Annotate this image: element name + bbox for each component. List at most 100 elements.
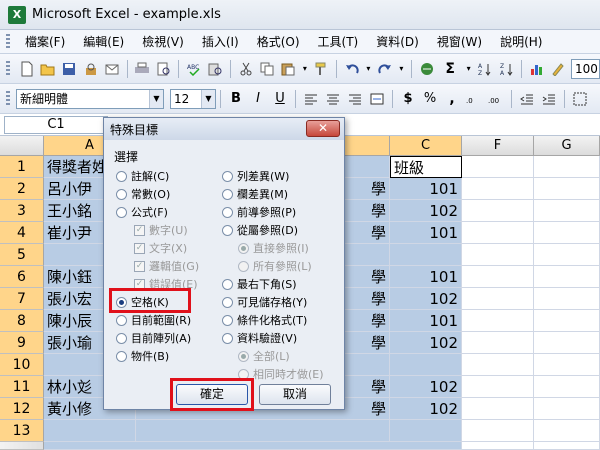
active-cell[interactable]: 班級 xyxy=(390,156,462,178)
radio-button[interactable] xyxy=(222,206,233,218)
autosum-icon[interactable]: Σ xyxy=(440,60,461,78)
row-header[interactable]: 9 xyxy=(0,332,44,354)
row-header[interactable]: 3 xyxy=(0,200,44,222)
row-header[interactable]: 6 xyxy=(0,266,44,288)
toolbar-grip[interactable] xyxy=(6,60,10,77)
column-header-c[interactable]: C xyxy=(390,136,462,156)
paste-dropdown-icon[interactable]: ▾ xyxy=(301,60,309,78)
row-header[interactable]: 1 xyxy=(0,156,44,178)
option-data-validation[interactable]: 資料驗證(V) xyxy=(222,330,297,346)
option-constants[interactable]: 常數(O) xyxy=(116,186,170,202)
italic-icon[interactable]: I xyxy=(249,90,267,108)
print-preview-icon[interactable] xyxy=(155,60,172,78)
sort-descending-icon[interactable]: ZA xyxy=(498,60,515,78)
option-direct-only[interactable]: 直接參照(I) xyxy=(238,240,309,256)
toolbar-grip[interactable] xyxy=(6,90,10,107)
row-header[interactable]: 11 xyxy=(0,376,44,398)
radio-button[interactable] xyxy=(116,170,127,182)
undo-dropdown-icon[interactable]: ▾ xyxy=(364,60,372,78)
table-cell[interactable]: 102 xyxy=(390,288,462,310)
option-all-levels[interactable]: 所有參照(L) xyxy=(238,258,312,274)
radio-button[interactable] xyxy=(238,260,249,272)
option-current-array[interactable]: 目前陣列(A) xyxy=(116,330,191,346)
row-header[interactable]: 8 xyxy=(0,310,44,332)
table-cell[interactable] xyxy=(390,354,462,376)
row-header[interactable]: 13 xyxy=(0,420,44,442)
table-cell[interactable] xyxy=(390,420,462,442)
name-box[interactable]: C1 xyxy=(4,115,108,134)
option-formulas[interactable]: 公式(F) xyxy=(116,204,168,220)
menu-view[interactable]: 檢視(V) xyxy=(133,30,193,54)
new-icon[interactable] xyxy=(18,60,35,78)
column-header-g[interactable]: G xyxy=(534,136,600,156)
radio-button[interactable] xyxy=(222,224,233,236)
row-header[interactable]: 7 xyxy=(0,288,44,310)
table-cell[interactable] xyxy=(44,442,462,450)
copy-icon[interactable] xyxy=(258,60,275,78)
table-cell[interactable]: 102 xyxy=(390,332,462,354)
font-name-combo[interactable]: 新細明體 ▼ xyxy=(16,88,164,109)
radio-button[interactable] xyxy=(222,188,233,200)
row-header[interactable]: 5 xyxy=(0,244,44,266)
menu-format[interactable]: 格式(O) xyxy=(248,30,309,54)
research-icon[interactable] xyxy=(207,60,224,78)
undo-icon[interactable] xyxy=(343,60,360,78)
radio-button[interactable] xyxy=(222,278,233,290)
row-header[interactable]: 12 xyxy=(0,398,44,420)
menu-help[interactable]: 說明(H) xyxy=(491,30,551,54)
menu-edit[interactable]: 編輯(E) xyxy=(74,30,133,54)
radio-button-selected[interactable] xyxy=(238,242,249,254)
row-header[interactable]: 4 xyxy=(0,222,44,244)
percent-icon[interactable]: % xyxy=(421,90,439,108)
email-icon[interactable] xyxy=(103,60,120,78)
option-validation-all[interactable]: 全部(L) xyxy=(238,348,290,364)
check-numbers[interactable]: ✓ 數字(U) xyxy=(134,222,188,238)
paste-icon[interactable] xyxy=(280,60,297,78)
cut-icon[interactable] xyxy=(237,60,254,78)
open-icon[interactable] xyxy=(39,60,56,78)
align-center-icon[interactable] xyxy=(324,90,342,108)
chevron-down-icon[interactable]: ▼ xyxy=(149,89,163,108)
checkbox[interactable]: ✓ xyxy=(134,224,145,236)
redo-icon[interactable] xyxy=(376,60,393,78)
radio-button[interactable] xyxy=(222,170,233,182)
increase-indent-icon[interactable] xyxy=(540,90,558,108)
option-objects[interactable]: 物件(B) xyxy=(116,348,169,364)
radio-button[interactable] xyxy=(116,332,127,344)
table-cell[interactable] xyxy=(390,244,462,266)
radio-button[interactable] xyxy=(222,296,233,308)
decrease-indent-icon[interactable] xyxy=(518,90,536,108)
underline-icon[interactable]: U xyxy=(271,90,289,108)
radio-button[interactable] xyxy=(116,350,127,362)
chevron-down-icon[interactable]: ▼ xyxy=(201,89,215,108)
redo-dropdown-icon[interactable]: ▾ xyxy=(398,60,406,78)
check-logicals[interactable]: ✓ 邏輯值(G) xyxy=(134,258,199,274)
option-comments[interactable]: 註解(C) xyxy=(116,168,169,184)
currency-icon[interactable]: $ xyxy=(399,90,417,108)
align-left-icon[interactable] xyxy=(302,90,320,108)
radio-button-selected[interactable] xyxy=(238,350,249,362)
column-header-f[interactable]: F xyxy=(462,136,534,156)
hyperlink-icon[interactable] xyxy=(418,60,435,78)
menu-insert[interactable]: 插入(I) xyxy=(193,30,248,54)
table-cell[interactable]: 102 xyxy=(390,376,462,398)
print-icon[interactable] xyxy=(134,60,151,78)
spelling-icon[interactable]: ABC xyxy=(185,60,202,78)
decrease-decimal-icon[interactable]: .00 xyxy=(487,90,505,108)
font-size-combo[interactable]: 12 ▼ xyxy=(170,88,216,109)
autosum-dropdown-icon[interactable]: ▾ xyxy=(465,60,473,78)
radio-button[interactable] xyxy=(116,314,127,326)
borders-icon[interactable] xyxy=(571,90,589,108)
table-cell[interactable]: 101 xyxy=(390,266,462,288)
select-all-corner[interactable] xyxy=(0,136,44,156)
radio-button[interactable] xyxy=(222,314,233,326)
table-cell[interactable] xyxy=(136,420,390,442)
comma-style-icon[interactable]: , xyxy=(443,90,461,108)
increase-decimal-icon[interactable]: .0 xyxy=(465,90,483,108)
checkbox[interactable]: ✓ xyxy=(134,242,145,254)
table-cell[interactable]: 101 xyxy=(390,178,462,200)
empty-cells[interactable] xyxy=(462,156,534,450)
row-header[interactable]: 10 xyxy=(0,354,44,376)
row-header[interactable]: 2 xyxy=(0,178,44,200)
menu-data[interactable]: 資料(D) xyxy=(367,30,428,54)
